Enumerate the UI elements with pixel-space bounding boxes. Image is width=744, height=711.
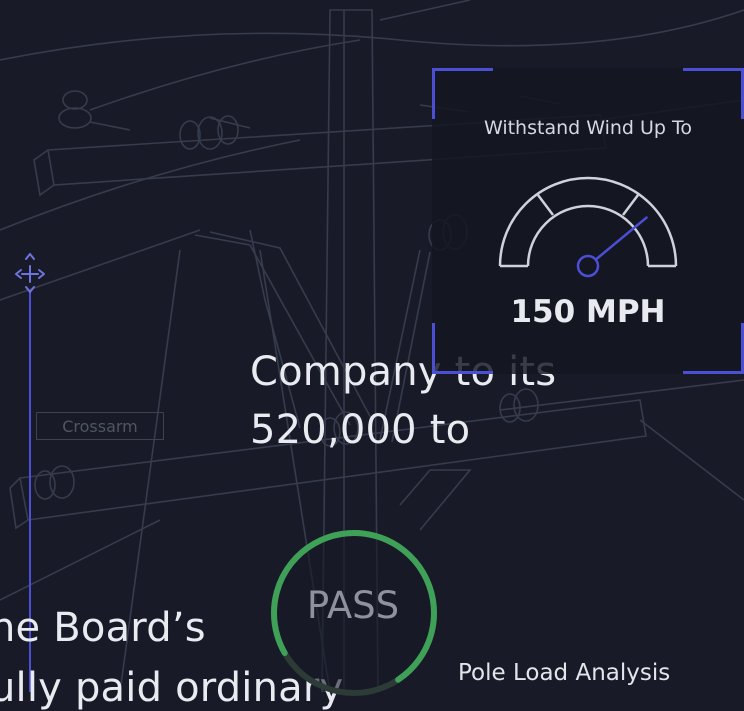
- wind-label: Withstand Wind Up To: [483, 117, 693, 139]
- card-corner-tl: [432, 68, 493, 119]
- gauge-needle: [594, 216, 648, 261]
- card-corner-br: [683, 323, 744, 374]
- wind-rating-card: Withstand Wind Up To 150 MPH: [432, 68, 744, 374]
- body-text-line-2: 520,000 to: [250, 407, 471, 453]
- pole-load-caption: Pole Load Analysis: [458, 660, 671, 686]
- wind-value: 150 MPH: [510, 294, 666, 330]
- move-arrows-icon[interactable]: [12, 250, 48, 298]
- body-text-line-3: he Board’s: [0, 605, 206, 651]
- card-corner-tr: [683, 68, 744, 119]
- crossarm-label: Crossarm: [36, 412, 164, 440]
- pass-status: PASS: [306, 584, 400, 627]
- wind-gauge-icon: [498, 176, 678, 278]
- card-corner-bl: [432, 323, 493, 374]
